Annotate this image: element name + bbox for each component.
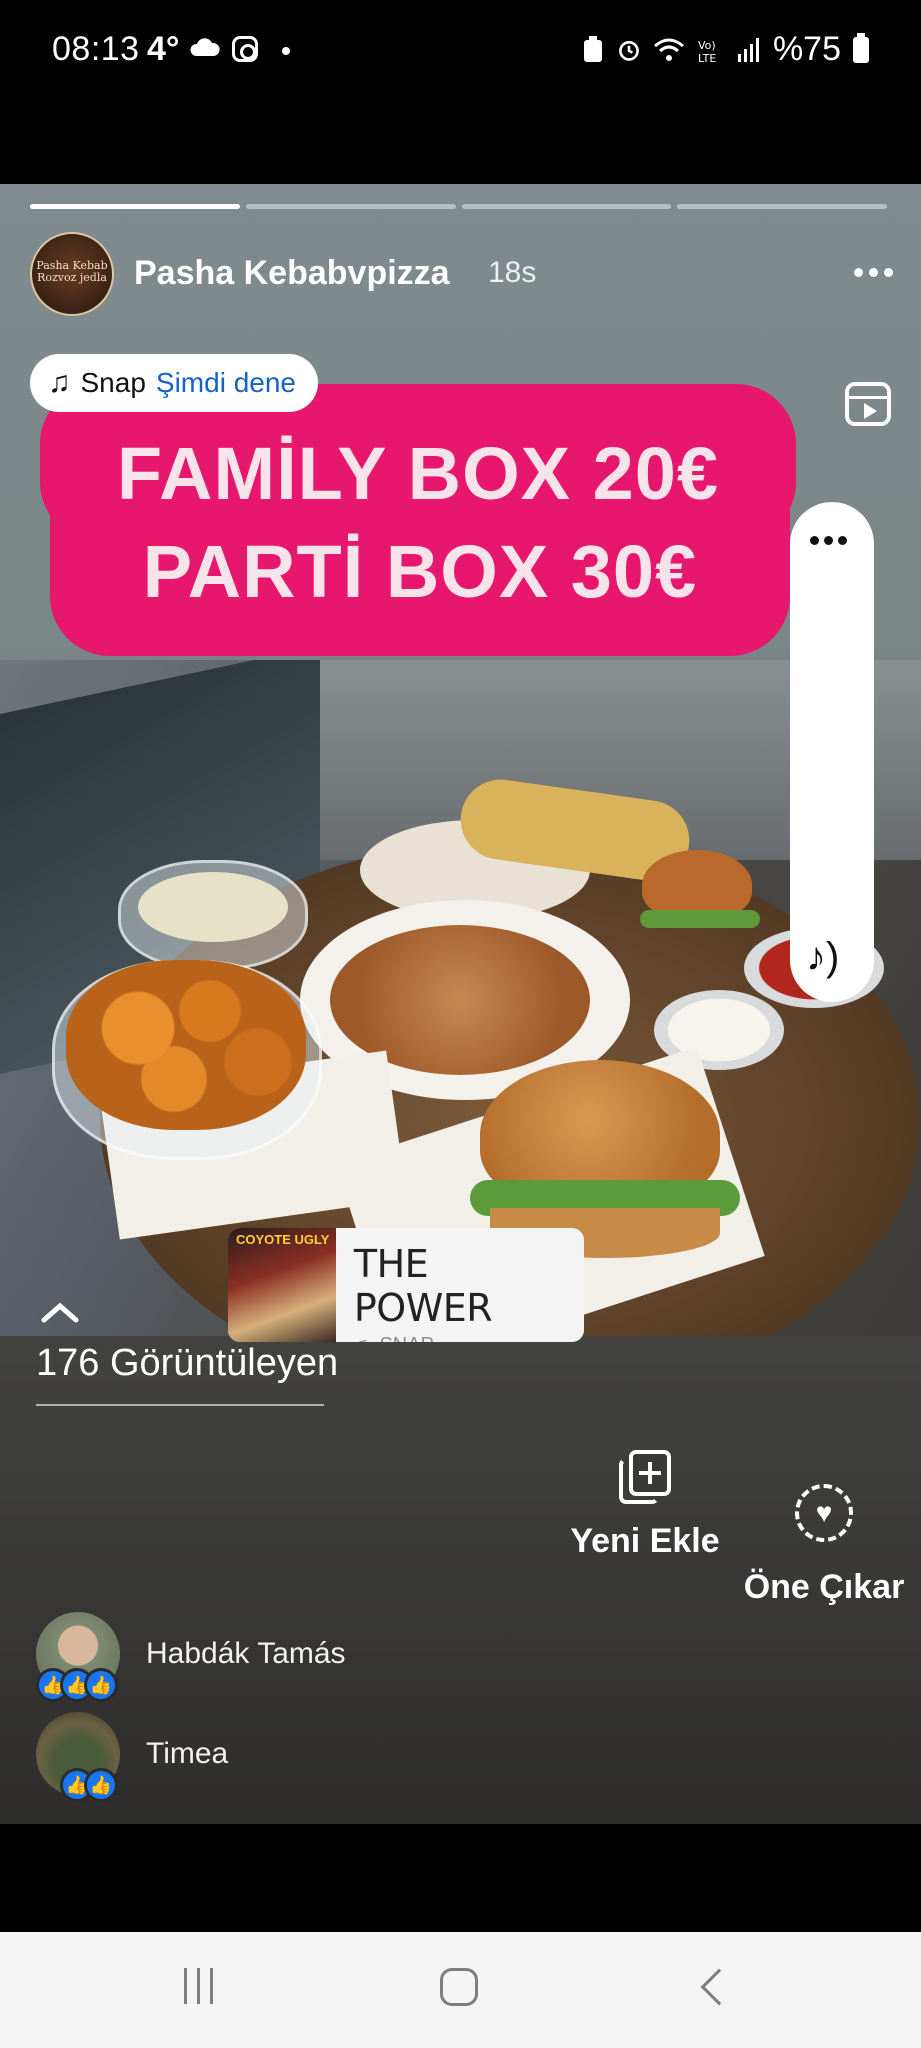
viewer-avatar: 👍 👍 [36, 1712, 120, 1802]
more-options-icon[interactable] [854, 268, 893, 277]
author-avatar[interactable]: Pasha Kebab Rozvoz jedla [30, 232, 114, 316]
progress-segment [677, 204, 887, 209]
post-time: 18s [488, 256, 537, 289]
notification-dot-icon [282, 47, 290, 55]
reels-icon[interactable] [845, 382, 891, 426]
chevron-up-icon[interactable] [40, 1300, 80, 1324]
feature-label: Öne Çıkar [743, 1568, 905, 1606]
clock: 08:13 [52, 30, 140, 68]
back-icon[interactable] [700, 1968, 738, 2006]
viewer-avatar: 👍 👍 👍 [36, 1612, 120, 1702]
like-icon: 👍 [84, 1768, 118, 1802]
author-name[interactable]: Pasha Kebabvpizza [134, 254, 450, 293]
alarm-icon [619, 40, 639, 61]
viewer-name: Timea [146, 1737, 229, 1770]
feature-button[interactable]: ♥ Öne Çıkar [734, 1484, 914, 1607]
battery-icon [853, 32, 869, 63]
recent-apps-icon[interactable] [184, 1968, 213, 2004]
home-icon[interactable] [440, 1968, 478, 2006]
promo-banner-line2: PARTİ BOX 30€ [50, 504, 790, 656]
viewers-count[interactable]: 176 Görüntüleyen [36, 1342, 338, 1385]
signal-icon [737, 37, 759, 62]
progress-segment [461, 204, 672, 209]
svg-text:LTE: LTE [698, 52, 716, 64]
music-artist: ♬ SNAP [354, 1334, 566, 1342]
snap-try-pill[interactable]: ♫ Snap Şimdi dene [30, 354, 318, 412]
add-new-label: Yeni Ekle [570, 1522, 720, 1560]
viewer-row[interactable]: 👍 👍 👍 Habdák Tamás [36, 1612, 346, 1702]
cloud-icon [190, 38, 220, 56]
system-nav-bar [0, 1932, 921, 2048]
album-cover: COYOTE UGLY [228, 1228, 336, 1342]
battery-percent: %75 [772, 30, 841, 68]
photo-lettuce-back [640, 910, 760, 928]
instagram-icon [232, 36, 258, 62]
album-cover-label: COYOTE UGLY [236, 1232, 330, 1247]
photo-nuggets [66, 960, 306, 1130]
music-title: THE POWER [353, 1242, 493, 1330]
battery-saver-icon [583, 35, 602, 62]
status-bar: 08:13 4° Vo) LTE %75 [0, 0, 921, 100]
avatar-logo-text: Pasha Kebab Rozvoz jedla [36, 259, 108, 284]
like-icon: 👍 [84, 1668, 118, 1702]
viewers-divider [36, 1404, 324, 1406]
side-music-panel[interactable]: ♪) [790, 502, 874, 1002]
music-sound-icon[interactable]: ♪) [806, 935, 839, 980]
viewer-name: Habdák Tamás [146, 1637, 346, 1670]
temperature: 4° [147, 30, 180, 68]
music-artist-name: SNAP [379, 1334, 433, 1342]
wifi-icon [653, 38, 684, 61]
try-now-link[interactable]: Şimdi dene [156, 367, 296, 399]
music-sticker[interactable]: COYOTE UGLY THE POWER ♬ SNAP [228, 1228, 584, 1342]
viewer-row[interactable]: 👍 👍 Timea [36, 1712, 229, 1802]
side-more-icon[interactable] [810, 536, 847, 545]
status-icons: Vo) LTE %75 [581, 30, 869, 69]
music-note-icon: ♫ [48, 366, 71, 399]
add-new-button[interactable]: Yeni Ekle [570, 1450, 720, 1561]
add-story-icon [619, 1450, 671, 1506]
svg-text:Vo): Vo) [698, 39, 716, 52]
story-progress [30, 204, 887, 209]
highlight-heart-icon: ♥ [795, 1484, 853, 1542]
progress-segment [30, 204, 240, 209]
music-info: THE POWER ♬ SNAP [336, 1228, 584, 1342]
volte-icon: Vo)LTE [698, 39, 716, 64]
progress-segment [245, 204, 456, 209]
photo-slaw [138, 872, 288, 942]
snap-label: Snap [80, 367, 146, 398]
